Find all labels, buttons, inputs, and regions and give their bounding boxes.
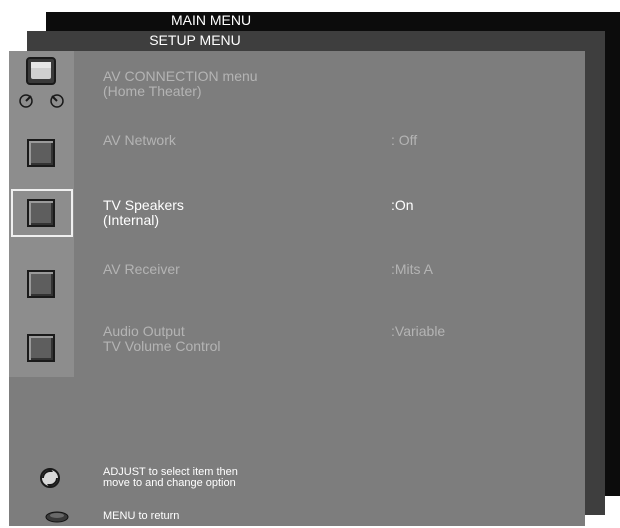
tv-speakers-value[interactable]: :On [391, 198, 414, 213]
audio-output-label-line1: Audio Output [103, 323, 185, 339]
menu-return-text: MENU to return [103, 510, 180, 522]
audio-output-label: Audio Output TV Volume Control [103, 324, 221, 354]
tv-speakers-label-line2: (Internal) [103, 212, 160, 228]
tv-speakers-label: TV Speakers (Internal) [103, 198, 184, 228]
av-network-label: AV Network [103, 133, 176, 148]
square-button-icon [27, 199, 55, 227]
menu-heading-line1: AV CONNECTION menu [103, 68, 258, 84]
av-connection-panel: AV CONNECTION menu (Home Theater) AV Net… [9, 51, 585, 526]
square-button-icon [27, 270, 55, 298]
setup-menu-title: SETUP MENU [149, 32, 241, 48]
main-menu-title: MAIN MENU [170, 12, 252, 28]
menu-item-av-network[interactable]: AV Network : Off [9, 123, 585, 179]
menu-item-tv-speakers[interactable]: TV Speakers (Internal) :On [9, 189, 585, 248]
square-button-icon [27, 139, 55, 167]
menu-button-icon [45, 510, 69, 523]
av-network-value[interactable]: : Off [391, 133, 417, 148]
av-receiver-label: AV Receiver [103, 262, 180, 277]
tv-with-dials-icon [17, 55, 65, 115]
adjust-help-line2: move to and change option [103, 477, 236, 489]
audio-output-label-line2: TV Volume Control [103, 338, 221, 354]
item-icon-cell [11, 127, 73, 175]
item-icon-cell [11, 322, 73, 370]
menu-heading: AV CONNECTION menu (Home Theater) [103, 69, 258, 99]
av-receiver-value[interactable]: :Mits A [391, 262, 433, 277]
av-receiver-label-text: AV Receiver [103, 261, 180, 277]
menu-heading-line2: (Home Theater) [103, 83, 202, 99]
tv-speakers-label-line1: TV Speakers [103, 197, 184, 213]
menu-item-audio-output[interactable]: Audio Output TV Volume Control :Variable [9, 318, 585, 374]
adjust-help-text: ADJUST to select item then move to and c… [103, 467, 238, 489]
item-icon-cell [11, 258, 73, 306]
av-network-label-text: AV Network [103, 132, 176, 148]
square-button-icon [27, 334, 55, 362]
selected-item-highlight [11, 189, 73, 237]
adjust-knob-icon [39, 467, 61, 489]
menu-item-av-receiver[interactable]: AV Receiver :Mits A [9, 254, 585, 310]
audio-output-value[interactable]: :Variable [391, 324, 445, 339]
